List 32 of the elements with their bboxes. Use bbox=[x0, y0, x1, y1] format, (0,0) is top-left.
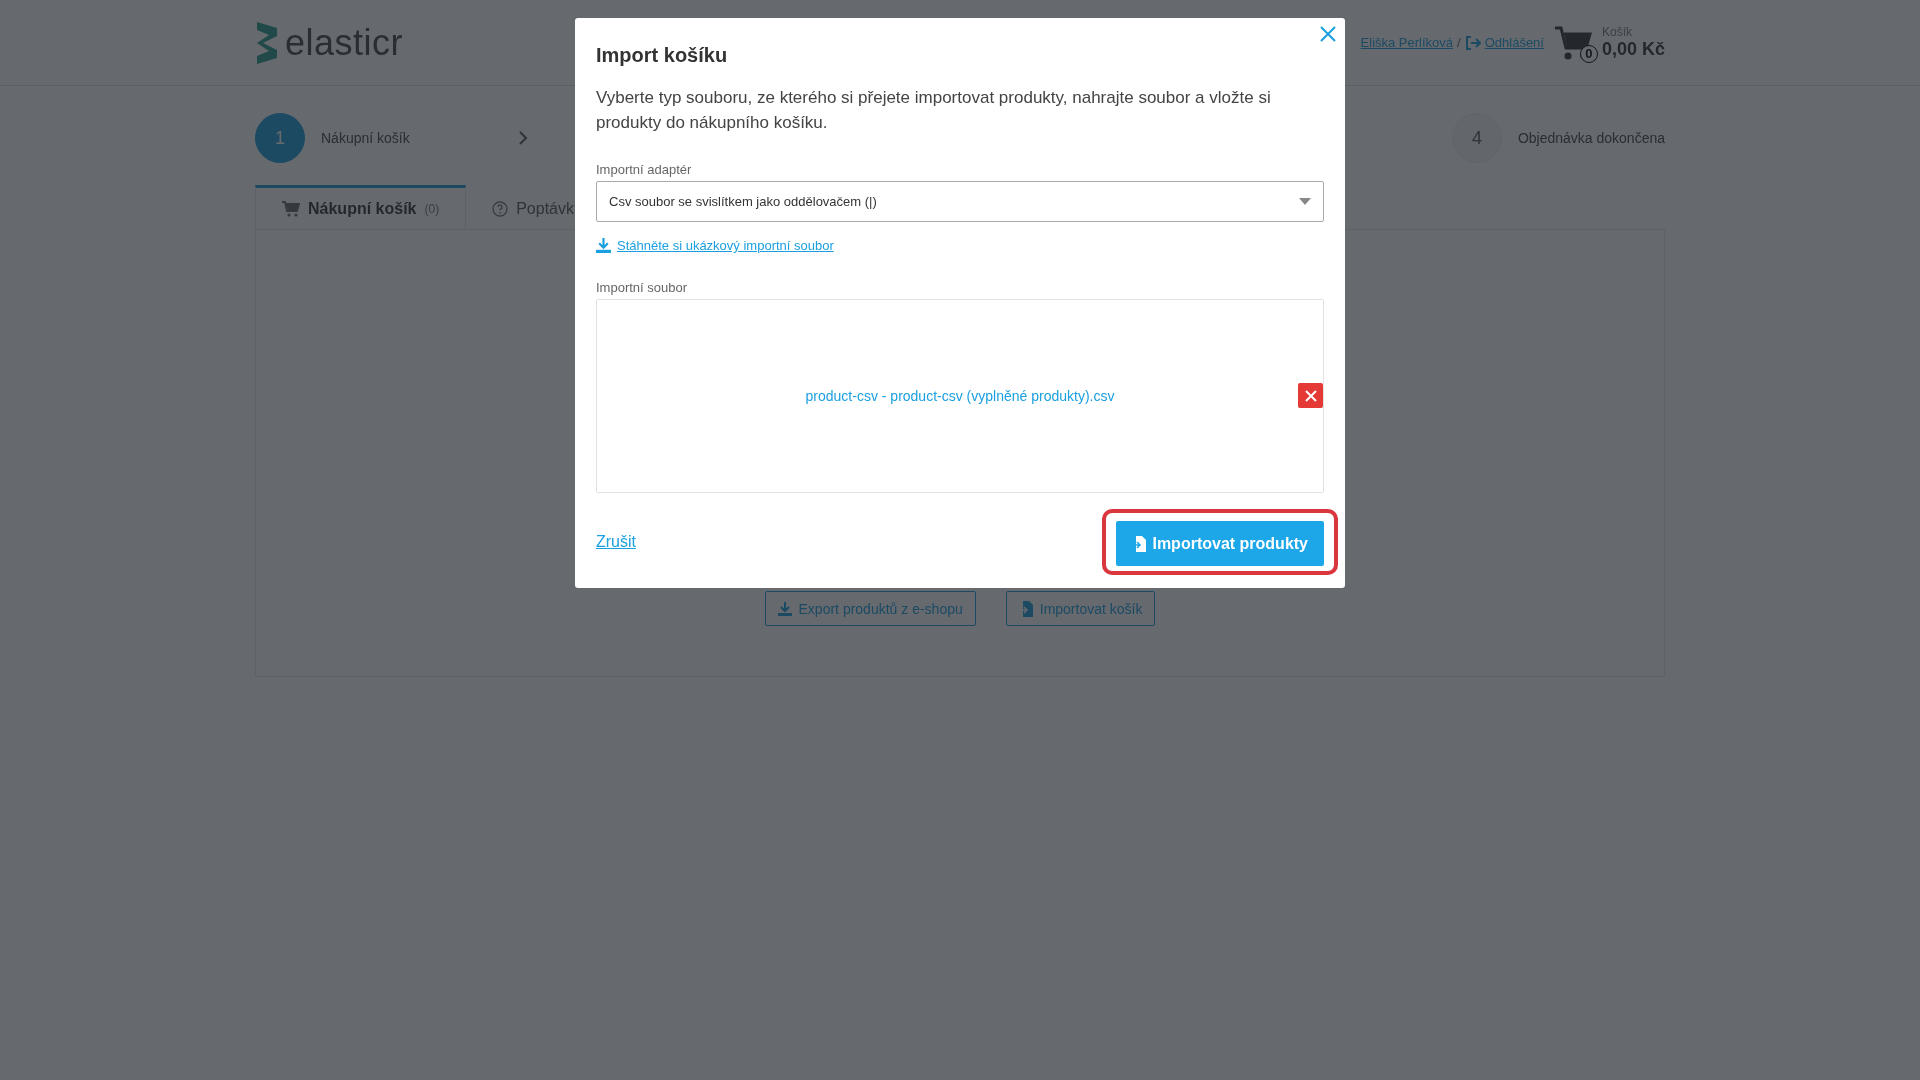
logo-text: elasticr bbox=[285, 21, 404, 64]
file-name: product-csv - product-csv (vyplněné produkty).csv bbox=[805, 388, 1115, 404]
download-icon bbox=[596, 238, 611, 253]
step-label: Nákupní košík bbox=[321, 130, 410, 146]
user-link[interactable]: Eliška Perlíková bbox=[1360, 35, 1454, 50]
remove-file-button[interactable] bbox=[1298, 383, 1323, 408]
logout-icon bbox=[1464, 35, 1481, 50]
cart-icon bbox=[282, 200, 300, 217]
logo-icon bbox=[255, 19, 279, 66]
cancel-link[interactable]: Zrušit bbox=[596, 533, 636, 551]
adapter-dropdown[interactable]: Csv soubor se svislítkem jako oddělovačem (|) bbox=[596, 181, 1324, 222]
question-icon bbox=[492, 200, 509, 217]
outline-button[interactable]: Export produktů z e-shopu bbox=[764, 591, 976, 626]
chevron-right-icon bbox=[517, 130, 528, 146]
file-drop-zone[interactable]: product-csv - product-csv (vyplněné produkty).csv bbox=[596, 299, 1324, 493]
separator: / bbox=[1457, 35, 1461, 50]
cart-total: 0,00 Kč bbox=[1601, 39, 1665, 60]
close-icon bbox=[1304, 389, 1317, 402]
field-label: Importní adaptér bbox=[596, 162, 693, 177]
outline-button[interactable]: Importovat košík bbox=[1005, 591, 1156, 626]
logo[interactable]: elasticr bbox=[255, 19, 404, 66]
dialog-title: Import košíku bbox=[596, 44, 729, 67]
close-icon[interactable] bbox=[1320, 26, 1336, 42]
field-label: Importní soubor bbox=[596, 280, 689, 295]
import-button[interactable]: Importovat produkty bbox=[1116, 521, 1324, 566]
logout-link[interactable]: Odhlášení bbox=[1484, 35, 1544, 50]
step-label: Objednávka dokončena bbox=[1517, 130, 1665, 146]
dropdown-caret-icon bbox=[1299, 198, 1311, 205]
step-number: 1 bbox=[255, 113, 305, 163]
dialog-description: Vyberte typ souboru, ze kterého si přejete importovat produkty, nahrajte soubor a vložte si produkty do nákupního košíku. bbox=[596, 87, 1272, 134]
download-icon bbox=[777, 601, 792, 616]
sample-file-link[interactable]: Stáhněte si ukázkový importní soubor bbox=[617, 238, 834, 253]
